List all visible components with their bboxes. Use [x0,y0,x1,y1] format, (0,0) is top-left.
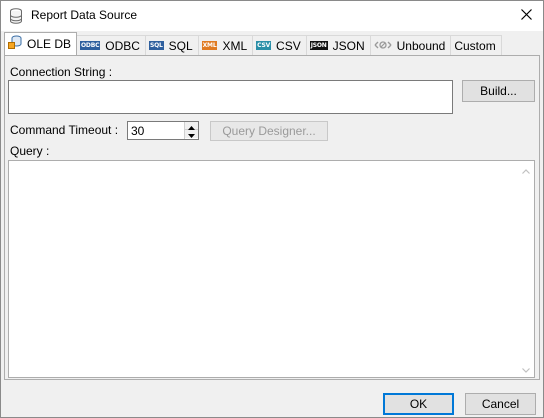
tab-label: XML [222,38,248,53]
json-icon: JSON [309,41,328,50]
tab-label: SQL [168,38,193,53]
database-icon [9,8,23,24]
tab-strip: OLE DB ODBC ODBC SQL SQL XML XML CSV CSV… [4,32,502,55]
tab-json[interactable]: JSON JSON [306,35,371,55]
window-title: Report Data Source [31,8,138,22]
report-data-source-dialog: Report Data Source OLE DB ODBC ODBC SQL … [0,0,544,418]
tab-label: Unbound [396,38,446,53]
unbound-icon [374,39,392,53]
stepper-buttons [184,122,198,139]
scroll-up-icon [521,163,530,177]
tab-label: JSON [332,38,365,53]
command-timeout-stepper[interactable]: 30 [127,121,199,140]
tab-label: CSV [276,38,301,53]
csv-icon: CSV [256,41,272,50]
tab-custom[interactable]: Custom [451,35,502,55]
tab-ole-db[interactable]: OLE DB [4,32,78,55]
cancel-button[interactable]: Cancel [465,393,536,415]
connection-string-label: Connection String : [10,65,113,79]
close-icon [520,9,532,23]
connection-string-input[interactable] [8,80,453,114]
dialog-client-area: OLE DB ODBC ODBC SQL SQL XML XML CSV CSV… [1,31,543,417]
caret-down-icon [188,127,195,141]
query-designer-button[interactable]: Query Designer... [210,121,328,141]
query-textarea[interactable] [8,160,535,378]
title-bar: Report Data Source [1,1,543,31]
tab-label: ODBC [105,38,140,53]
tab-label: Custom [454,38,496,53]
odbc-icon: ODBC [80,41,101,50]
ok-button[interactable]: OK [383,393,454,415]
query-scrollbar[interactable] [517,161,534,377]
sql-icon: SQL [148,41,164,50]
scroll-down-button[interactable] [517,360,534,377]
tab-label: OLE DB [27,36,72,51]
close-button[interactable] [509,1,543,31]
ole-db-tab-panel: Connection String : Build... Command Tim… [4,55,540,380]
command-timeout-label: Command Timeout : [10,123,119,137]
build-button[interactable]: Build... [462,80,535,102]
scroll-down-icon [521,362,530,376]
oledb-icon [8,35,22,52]
scroll-up-button[interactable] [517,161,534,178]
tab-sql[interactable]: SQL SQL [145,35,199,55]
command-timeout-value: 30 [131,124,145,138]
tab-unbound[interactable]: Unbound [370,35,452,55]
xml-icon: XML [201,41,218,50]
tab-xml[interactable]: XML XML [198,35,254,55]
tab-csv[interactable]: CSV CSV [253,35,307,55]
stepper-down-button[interactable] [185,130,198,138]
tab-odbc[interactable]: ODBC ODBC [77,35,146,55]
query-label: Query : [10,144,50,158]
